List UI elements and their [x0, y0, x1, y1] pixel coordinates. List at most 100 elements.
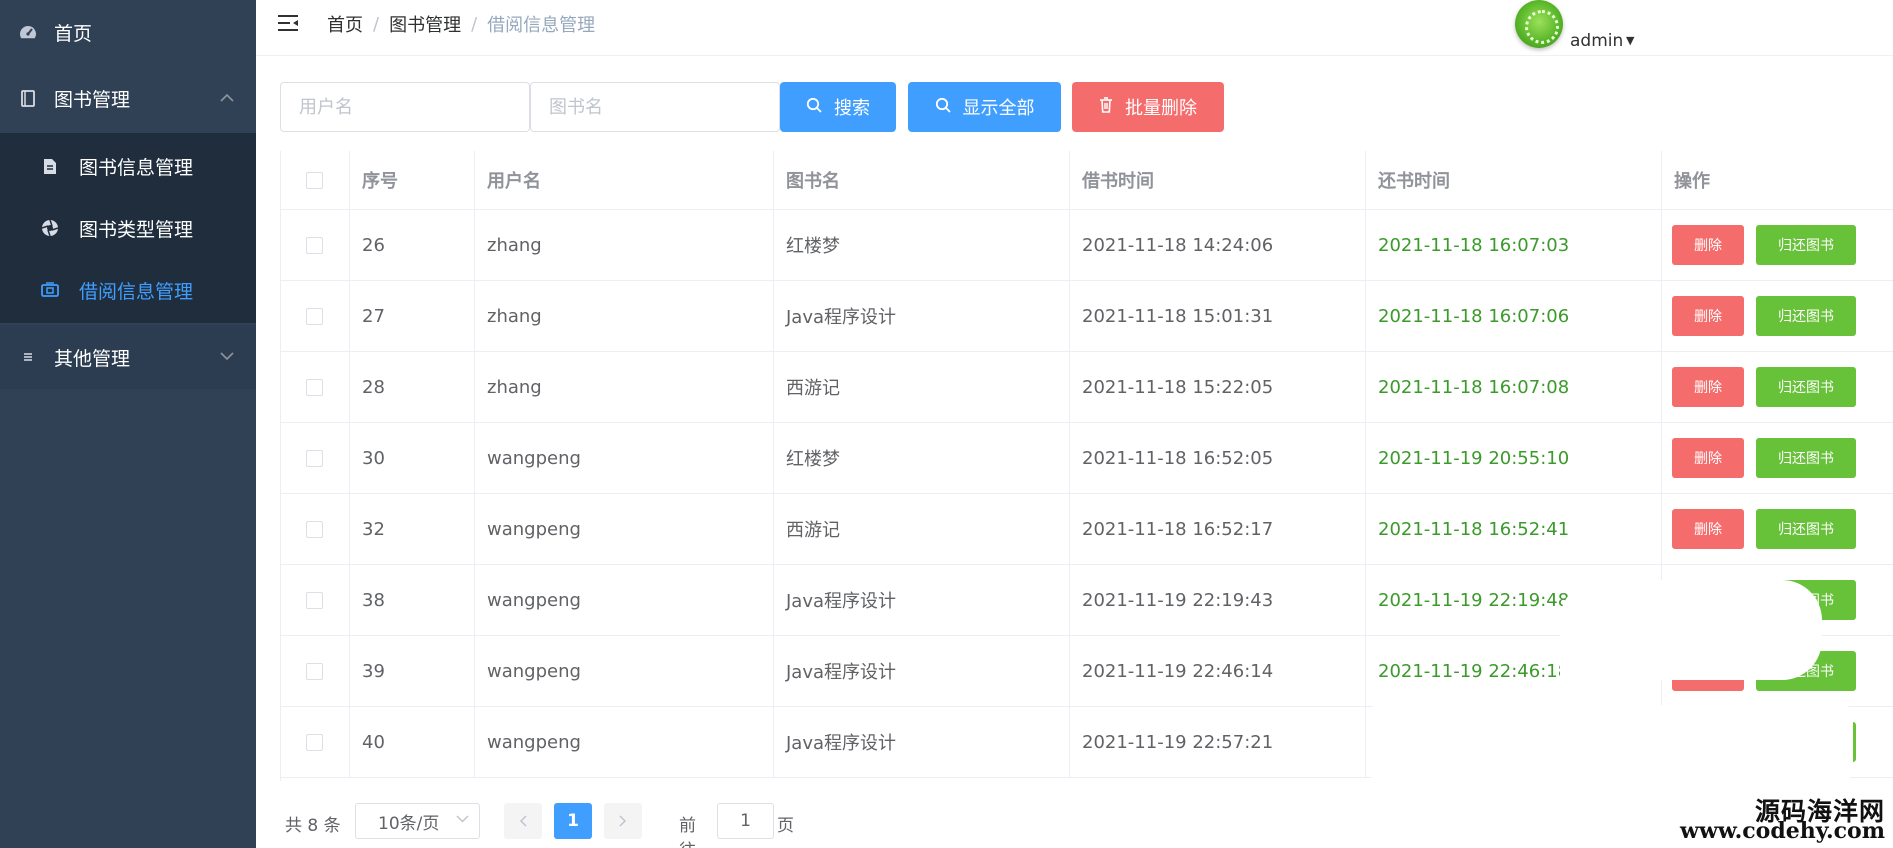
chevron-down-icon — [456, 812, 469, 827]
delete-button[interactable]: 删除 — [1672, 367, 1744, 407]
cell-bookname: 西游记 — [774, 494, 1070, 564]
cell-bookname: 红楼梦 — [774, 423, 1070, 493]
table-row: 27 zhang Java程序设计 2021-11-18 15:01:31 2021-1… — [280, 281, 1893, 352]
cell-borrow-time: 2021-11-18 16:52:17 — [1070, 494, 1366, 564]
white-overlay — [1560, 580, 1822, 680]
sidebar-item-borrow-info[interactable]: 借阅信息管理 — [0, 259, 256, 321]
cell-borrow-time: 2021-11-19 22:57:21 — [1070, 707, 1366, 777]
cell-id: 39 — [350, 636, 475, 706]
row-checkbox[interactable] — [306, 662, 323, 680]
page-size-select[interactable]: 10条/页 — [355, 803, 480, 839]
chevron-down-icon — [220, 349, 234, 365]
select-cell — [280, 494, 350, 564]
select-cell — [280, 281, 350, 351]
header-return-time[interactable]: 还书时间 — [1366, 151, 1662, 209]
caret-down-icon[interactable]: ▼ — [1626, 34, 1634, 47]
cell-username: wangpeng — [475, 494, 774, 564]
select-cell — [280, 423, 350, 493]
avatar[interactable] — [1515, 0, 1563, 48]
cell-return-time: 2021-11-18 16:07:08 — [1366, 352, 1662, 422]
select-all-checkbox[interactable] — [306, 171, 323, 189]
sidebar-item-book-info[interactable]: 图书信息管理 — [0, 135, 256, 197]
delete-button[interactable]: 删除 — [1672, 509, 1744, 549]
breadcrumb-home[interactable]: 首页 — [327, 11, 363, 37]
select-cell — [280, 210, 350, 280]
row-checkbox[interactable] — [306, 378, 323, 396]
prev-page-button[interactable] — [504, 803, 542, 839]
breadcrumb-separator: / — [471, 13, 478, 35]
search-button-label: 搜索 — [834, 98, 870, 119]
return-book-button[interactable]: 归还图书 — [1756, 438, 1856, 478]
breadcrumb-current: 借阅信息管理 — [487, 15, 596, 36]
user-name[interactable]: admin — [1570, 31, 1623, 51]
row-checkbox[interactable] — [306, 449, 323, 467]
borrow-table: 序号 用户名 图书名 借书时间 还书时间 操作 26 zhang 红楼梦 2021-1… — [280, 151, 1893, 781]
delete-button[interactable]: 删除 — [1672, 225, 1744, 265]
show-all-button[interactable]: 显示全部 — [908, 82, 1061, 132]
row-checkbox[interactable] — [306, 733, 323, 751]
delete-button[interactable]: 删除 — [1672, 438, 1744, 478]
sidebar-item-label: 图书管理 — [54, 88, 131, 111]
white-overlay — [1368, 705, 1853, 780]
sidebar: 首页 图书管理 图书信息管理 图书类型管理 借阅信息管理 其他管理 — [0, 0, 256, 848]
hamburger-menu-icon[interactable] — [276, 13, 300, 35]
return-book-button[interactable]: 归还图书 — [1756, 296, 1856, 336]
search-button[interactable]: 搜索 — [780, 82, 896, 132]
sidebar-item-book-management[interactable]: 图书管理 — [0, 66, 256, 130]
select-cell — [280, 636, 350, 706]
delete-button[interactable]: 删除 — [1672, 296, 1744, 336]
username-search-input[interactable] — [280, 82, 530, 132]
row-checkbox[interactable] — [306, 236, 323, 254]
borrow-icon — [40, 280, 60, 300]
sidebar-item-label: 图书类型管理 — [79, 218, 194, 241]
goto-unit: 页 — [777, 816, 794, 836]
chevron-left-icon — [519, 815, 527, 827]
cell-borrow-time: 2021-11-19 22:19:43 — [1070, 565, 1366, 635]
cell-bookname: Java程序设计 — [774, 281, 1070, 351]
goto-page-input[interactable] — [717, 803, 774, 839]
navbar: 首页 / 图书管理 / 借阅信息管理 — [256, 0, 1893, 56]
cell-username: wangpeng — [475, 707, 774, 777]
return-book-button[interactable]: 归还图书 — [1756, 225, 1856, 265]
cell-username: wangpeng — [475, 423, 774, 493]
breadcrumb-book-management[interactable]: 图书管理 — [389, 11, 461, 37]
search-icon — [806, 97, 822, 118]
cell-return-time: 2021-11-18 16:07:06 — [1366, 281, 1662, 351]
return-book-button[interactable]: 归还图书 — [1756, 509, 1856, 549]
return-book-button[interactable]: 归还图书 — [1756, 367, 1856, 407]
row-checkbox[interactable] — [306, 307, 323, 325]
row-checkbox[interactable] — [306, 520, 323, 538]
cell-bookname: 西游记 — [774, 352, 1070, 422]
next-page-button[interactable] — [604, 803, 642, 839]
header-bookname[interactable]: 图书名 — [774, 151, 1070, 209]
header-id[interactable]: 序号 — [350, 151, 475, 209]
table-row: 26 zhang 红楼梦 2021-11-18 14:24:06 2021-11-18 … — [280, 210, 1893, 281]
list-icon — [18, 347, 38, 367]
cell-id: 28 — [350, 352, 475, 422]
cell-username: zhang — [475, 210, 774, 280]
sidebar-item-other-management[interactable]: 其他管理 — [0, 325, 256, 389]
book-icon — [18, 88, 38, 108]
select-cell — [280, 565, 350, 635]
page-number-current[interactable]: 1 — [554, 803, 592, 839]
header-actions: 操作 — [1674, 171, 1710, 192]
cell-bookname: Java程序设计 — [774, 707, 1070, 777]
aperture-icon — [40, 218, 60, 238]
watermark-url: www.codehy.com — [1680, 818, 1885, 844]
cell-bookname: 红楼梦 — [774, 210, 1070, 280]
batch-delete-button[interactable]: 批量删除 — [1072, 82, 1224, 132]
chevron-up-icon — [220, 90, 234, 106]
page-size-value: 10条/页 — [378, 813, 440, 834]
sidebar-item-home[interactable]: 首页 — [0, 0, 256, 64]
cell-id: 38 — [350, 565, 475, 635]
cell-bookname: Java程序设计 — [774, 565, 1070, 635]
header-borrow-time[interactable]: 借书时间 — [1070, 151, 1366, 209]
sidebar-item-book-type[interactable]: 图书类型管理 — [0, 197, 256, 259]
row-checkbox[interactable] — [306, 591, 323, 609]
cell-borrow-time: 2021-11-18 15:22:05 — [1070, 352, 1366, 422]
cell-borrow-time: 2021-11-18 14:24:06 — [1070, 210, 1366, 280]
bookname-search-input[interactable] — [530, 82, 780, 132]
table-row: 32 wangpeng 西游记 2021-11-18 16:52:17 2021-11-… — [280, 494, 1893, 565]
header-username[interactable]: 用户名 — [475, 151, 774, 209]
cell-return-time: 2021-11-19 20:55:10 — [1366, 423, 1662, 493]
